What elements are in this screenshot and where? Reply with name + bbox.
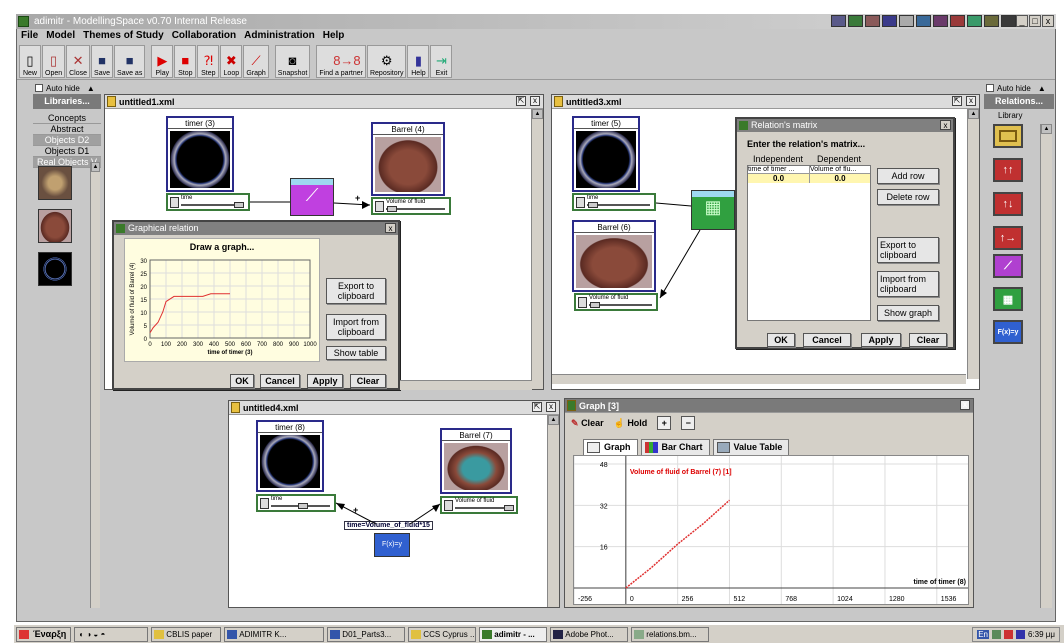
task-relations[interactable]: relations.bm... xyxy=(631,626,710,642)
series-label: Volume of fluid of Barrel (7) [1] xyxy=(630,469,732,476)
folder-icon xyxy=(154,629,165,639)
x-tick-label: 1024 xyxy=(837,596,853,603)
tray-network-icon[interactable] xyxy=(991,629,1001,639)
table-icon xyxy=(716,442,730,453)
x-tick-label: 512 xyxy=(733,596,745,603)
task-adimitr[interactable]: adimitr - ... xyxy=(479,626,548,642)
x-tick-label: -256 xyxy=(578,596,592,603)
eraser-icon: ✎ xyxy=(571,417,579,428)
task-d01[interactable]: D01_Parts3... xyxy=(327,626,406,642)
language-indicator[interactable]: En xyxy=(977,629,989,639)
quick-launch-icons: ◐ ◑ ◒ ◓ xyxy=(79,629,106,639)
tab-value-table[interactable]: Value Table xyxy=(712,439,790,455)
start-button[interactable]: Έναρξη xyxy=(16,626,72,642)
folder-icon xyxy=(411,629,422,639)
y-tick-label: 16 xyxy=(600,545,608,552)
zoom-out-button[interactable]: − xyxy=(681,416,696,430)
x-tick-label: 768 xyxy=(785,596,797,603)
task-cblis[interactable]: CBLIS paper xyxy=(151,626,222,642)
app-icon xyxy=(482,629,493,639)
graph-tabs: Graph Bar Chart Value Table xyxy=(583,439,790,455)
photoshop-icon xyxy=(553,629,564,639)
word-icon xyxy=(330,629,341,639)
x-tick-label: 1280 xyxy=(889,596,905,603)
bar-chart-icon xyxy=(644,442,658,453)
x-tick-label: 256 xyxy=(682,596,694,603)
zoom-in-button[interactable]: + xyxy=(657,416,672,430)
graph-clear-button[interactable]: ✎ Clear xyxy=(571,418,604,429)
taskbar: Έναρξη ◐ ◑ ◒ ◓ CBLIS paper ADIMITR K... … xyxy=(14,624,1064,643)
task-photoshop[interactable]: Adobe Phot... xyxy=(550,626,629,642)
tab-bar-chart[interactable]: Bar Chart xyxy=(640,439,710,455)
quick-launch[interactable]: ◐ ◑ ◒ ◓ xyxy=(74,626,149,642)
y-tick-label: 32 xyxy=(600,503,608,510)
graph-hold-button[interactable]: ☝ Hold xyxy=(614,418,648,429)
paint-icon xyxy=(634,629,645,639)
system-tray: En 6:39 μμ xyxy=(972,626,1060,642)
task-adimitr-k[interactable]: ADIMITR K... xyxy=(224,626,325,642)
tray-volume-icon[interactable] xyxy=(1003,629,1013,639)
close-window-icon[interactable]: x xyxy=(960,400,970,410)
x-tick-label: 0 xyxy=(630,596,634,603)
graph-window-title: Graph [3] xyxy=(579,401,620,411)
hold-icon: ☝ xyxy=(613,417,625,428)
relation-sign: + xyxy=(353,505,359,515)
x-axis-label: time of timer (8) xyxy=(913,579,966,586)
task-ccs[interactable]: CCS Cyprus ... xyxy=(408,626,477,642)
graph-window-icon xyxy=(567,400,576,411)
tray-app-icon[interactable] xyxy=(1015,629,1025,639)
graph-plot[interactable]: -25602565127681024128015361483216Volume … xyxy=(573,455,969,605)
windows-logo-icon xyxy=(19,629,29,639)
tab-graph[interactable]: Graph xyxy=(583,439,638,455)
y-tick-label: 48 xyxy=(600,462,608,469)
clock: 6:39 μμ xyxy=(1027,629,1055,639)
x-tick-label: 1536 xyxy=(941,596,957,603)
graph-window: Graph [3] x ✎ Clear ☝ Hold + − Graph Bar… xyxy=(564,398,974,608)
word-icon xyxy=(227,629,238,639)
line-graph-icon xyxy=(587,442,600,453)
